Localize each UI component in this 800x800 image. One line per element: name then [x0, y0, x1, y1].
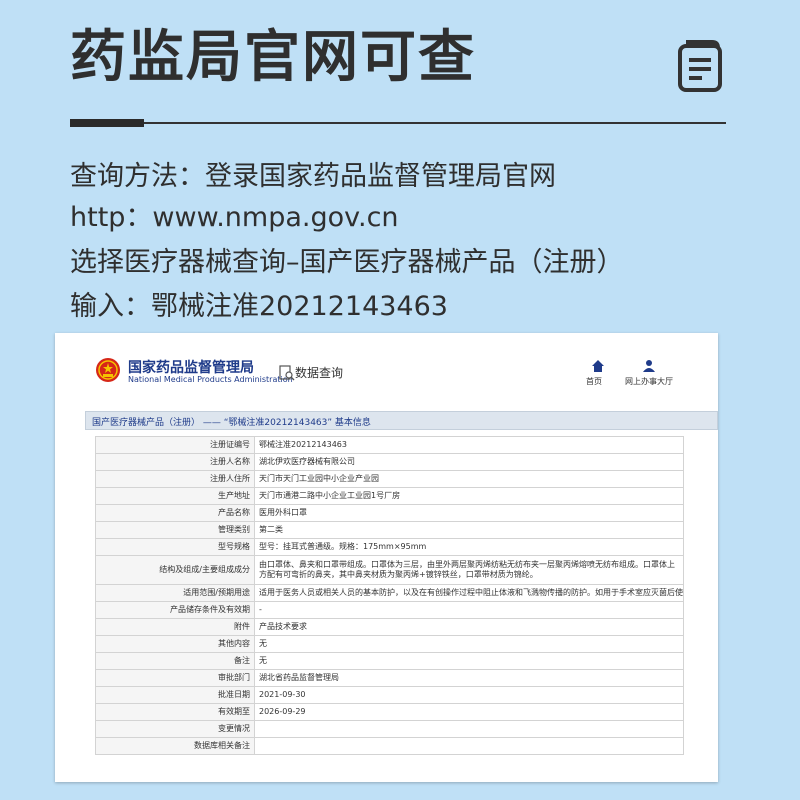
site-name: 国家药品监督管理局 [128, 360, 254, 376]
field-value: 产品技术要求 [254, 618, 684, 636]
field-label: 备注 [95, 652, 255, 670]
table-row: 注册人名称 湖北伊欢医疗器械有限公司 [95, 453, 684, 471]
field-value: 湖北伊欢医疗器械有限公司 [254, 453, 684, 471]
field-label: 型号规格 [95, 538, 255, 556]
website-screenshot: 国家药品监督管理局 National Medical Products Admi… [55, 333, 718, 782]
table-row: 备注无 [95, 652, 684, 670]
field-label: 注册证编号 [95, 436, 255, 454]
table-row: 有效期至 2026-09-29 [95, 703, 684, 721]
document-list-icon [678, 40, 722, 92]
nav-service-hall[interactable]: 网上办事大厅 [625, 376, 673, 387]
table-row: 附件 产品技术要求 [95, 618, 684, 636]
field-label: 有效期至 [95, 703, 255, 721]
field-value: 湖北省药品监督管理局 [254, 669, 684, 687]
field-value: 型号：挂耳式普通级。规格：175mm×95mm [254, 538, 684, 556]
field-value: 适用于医务人员或相关人员的基本防护，以及在有创操作过程中阻止体液和飞溅物传播的防… [254, 584, 684, 602]
panel-title-bar: 国产医疗器械产品（注册） —— “鄂械注准20212143463” 基本信息 [85, 411, 718, 430]
table-row: 生产地址 天门市通港二路中小企业工业园1号厂房 [95, 487, 684, 505]
field-label: 数据库相关备注 [95, 737, 255, 755]
table-row: 数据库相关备注 [95, 737, 684, 755]
field-label: 适用范围/预期用途 [95, 584, 255, 602]
table-row: 批准日期 2021-09-30 [95, 686, 684, 704]
field-value: 2026-09-29 [254, 703, 684, 721]
site-header: 国家药品监督管理局 National Medical Products Admi… [55, 333, 718, 403]
field-label: 附件 [95, 618, 255, 636]
table-row: 其他内容无 [95, 635, 684, 653]
headline: 药监局官网可查 [70, 25, 476, 90]
table-row: 产品名称 医用外科口罩 [95, 504, 684, 522]
field-label: 管理类别 [95, 521, 255, 539]
table-row: 注册证编号 鄂械注准20212143463 [95, 436, 684, 454]
field-label: 审批部门 [95, 669, 255, 687]
field-label: 注册人名称 [95, 453, 255, 471]
field-label: 生产地址 [95, 487, 255, 505]
user-icon[interactable] [642, 359, 656, 373]
national-emblem-icon [96, 358, 120, 382]
table-row: 注册人住所 天门市天门工业园中小企业产业园 [95, 470, 684, 488]
field-value: 无 [254, 652, 684, 670]
divider-accent [70, 119, 144, 127]
instruction-url: http：www.nmpa.gov.cn [70, 202, 399, 233]
field-value: 第二类 [254, 521, 684, 539]
field-label: 变更情况 [95, 720, 255, 738]
detail-table: 注册证编号 鄂械注准20212143463 注册人名称 湖北伊欢医疗器械有限公司 注册人… [95, 436, 684, 755]
table-row: 适用范围/预期用途 适用于医务人员或相关人员的基本防护，以及在有创操作过程中阻止体… [95, 584, 684, 602]
field-value: 天门市通港二路中小企业工业园1号厂房 [254, 487, 684, 505]
field-value: 由口罩体、鼻夹和口罩带组成。口罩体为三层，由里外两层聚丙烯纺粘无纺布夹一层聚丙烯… [254, 555, 684, 585]
field-value [254, 720, 684, 738]
home-icon[interactable] [591, 359, 605, 373]
field-value: 无 [254, 635, 684, 653]
field-label: 产品名称 [95, 504, 255, 522]
field-value: 鄂械注准20212143463 [254, 436, 684, 454]
field-value: 天门市天门工业园中小企业产业园 [254, 470, 684, 488]
field-label: 注册人住所 [95, 470, 255, 488]
field-value: - [254, 601, 684, 619]
table-row: 产品储存条件及有效期 - [95, 601, 684, 619]
field-label: 批准日期 [95, 686, 255, 704]
instruction-method: 查询方法：登录国家药品监督管理局官网 [70, 161, 556, 192]
field-value: 2021-09-30 [254, 686, 684, 704]
divider-line [70, 122, 726, 124]
field-value [254, 737, 684, 755]
data-query-link[interactable]: 数据查询 [295, 364, 343, 381]
table-row: 变更情况 [95, 720, 684, 738]
nav-home[interactable]: 首页 [586, 376, 602, 387]
field-label: 结构及组成/主要组成成分 [95, 555, 255, 585]
search-document-icon [279, 365, 295, 381]
panel-title: 国产医疗器械产品（注册） —— “鄂械注准20212143463” 基本信息 [92, 418, 371, 428]
detail-panel: 国产医疗器械产品（注册） —— “鄂械注准20212143463” 基本信息 注… [85, 411, 718, 782]
table-row: 管理类别 第二类 [95, 521, 684, 539]
field-label: 产品储存条件及有效期 [95, 601, 255, 619]
instruction-navigation: 选择医疗器械查询–国产医疗器械产品（注册） [70, 247, 624, 278]
table-row: 结构及组成/主要组成成分 由口罩体、鼻夹和口罩带组成。口罩体为三层，由里外两层聚丙… [95, 555, 684, 585]
field-label: 其他内容 [95, 635, 255, 653]
table-row: 型号规格 型号：挂耳式普通级。规格：175mm×95mm [95, 538, 684, 556]
field-value: 医用外科口罩 [254, 504, 684, 522]
instruction-input: 输入：鄂械注准20212143463 [70, 291, 448, 322]
site-name-english: National Medical Products Administration [128, 375, 293, 384]
table-row: 审批部门 湖北省药品监督管理局 [95, 669, 684, 687]
